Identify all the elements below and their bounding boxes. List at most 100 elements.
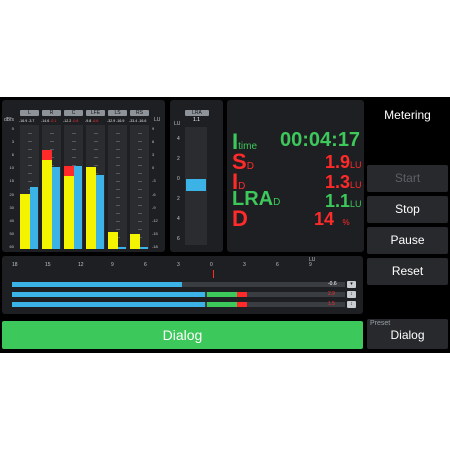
horizontal-tick-label: 9 <box>111 262 114 268</box>
track-tick <box>50 133 54 134</box>
lra-indicator <box>186 179 206 191</box>
lu-tick-label: -6 <box>152 191 156 197</box>
track-tick <box>138 213 142 214</box>
track-tick <box>116 133 120 134</box>
preset-value: Dialog <box>390 328 425 342</box>
track-tick <box>116 213 120 214</box>
horizontal-tick-label: 12 <box>78 262 84 268</box>
channel-header-c: C <box>64 110 83 116</box>
sd-value: 1.9 <box>325 152 351 172</box>
horizontal-tick-label: 9 <box>309 262 312 268</box>
channel-track-c <box>64 125 83 249</box>
horizontal-tick-label: 18 <box>12 262 18 268</box>
channel-value-primary: -12.2 <box>63 119 73 123</box>
dbfs-tick-label: 50 <box>9 230 14 236</box>
track-tick <box>28 157 32 158</box>
lrad-sub: D <box>273 197 281 208</box>
stop-button[interactable]: Stop <box>367 196 448 223</box>
track-tick <box>116 173 120 174</box>
dbfs-tick-label: 0 <box>11 126 14 131</box>
track-tick <box>28 165 32 166</box>
lra-tick-label: 0 <box>177 176 180 182</box>
track-tick <box>116 181 120 182</box>
channel-value-primary: -16.9 <box>19 119 29 123</box>
dbfs-tick-label: 10 <box>9 165 14 171</box>
track-tick <box>94 165 98 166</box>
track-tick <box>72 133 76 134</box>
channel-loudness-bar <box>74 166 82 249</box>
lra-tick-label: 4 <box>177 216 180 222</box>
track-tick <box>28 133 32 134</box>
lra-header: LRA <box>185 110 209 116</box>
d-value: 14 <box>314 209 335 229</box>
channel-values-l: -16.9 -3.7 <box>19 119 34 123</box>
channel-peak-indicator <box>64 166 74 176</box>
channel-header-l: L <box>20 110 39 116</box>
preset-label: Preset <box>370 320 391 327</box>
d-unit: % <box>342 218 350 227</box>
lra-header-value: 1.1 <box>193 117 200 123</box>
track-tick <box>116 157 120 158</box>
track-tick <box>94 133 98 134</box>
track-tick <box>138 229 142 230</box>
horizontal-bar-red-segment <box>237 302 247 307</box>
lu-tick-label: -12 <box>152 217 158 223</box>
lrad-value: 1.1 <box>325 191 351 211</box>
track-tick <box>50 141 54 142</box>
horizontal-bar-fill <box>12 282 182 287</box>
track-tick <box>116 189 120 190</box>
lra-panel: LRA 1.1 LU 4 2 0 2 4 6 <box>170 100 223 252</box>
track-tick <box>116 205 120 206</box>
horizontal-bar-red-segment <box>237 292 247 297</box>
dbfs-tick-label: 30 <box>9 204 14 210</box>
horizontal-tick-label: 6 <box>276 262 279 268</box>
horizontal-bar-toggle-button[interactable]: ▾ <box>347 281 356 288</box>
horizontal-bar-toggle-button[interactable]: ↕ <box>347 291 356 298</box>
zero-marker <box>213 270 214 278</box>
channel-level-bar <box>130 234 140 249</box>
channel-values-ls: -32.9 -16.9 <box>107 119 124 123</box>
dialog-button[interactable]: Dialog <box>2 321 363 349</box>
track-tick <box>116 221 120 222</box>
channel-loudness-bar <box>96 175 104 249</box>
channel-values-c: -12.2 -0.8 <box>63 119 78 123</box>
channel-value-secondary: -6.6 <box>92 119 99 123</box>
lrad-unit: LU <box>350 199 362 209</box>
channel-header-r: R <box>42 110 61 116</box>
track-tick <box>72 149 76 150</box>
track-tick <box>138 165 142 166</box>
channel-level-bar <box>108 232 118 249</box>
track-tick <box>138 133 142 134</box>
lu-tick-label: 6 <box>152 139 155 145</box>
horizontal-tick-label: 0 <box>210 262 213 268</box>
lra-tick-label: 6 <box>177 236 180 242</box>
track-tick <box>116 149 120 150</box>
track-tick <box>138 157 142 158</box>
track-tick <box>94 141 98 142</box>
horizontal-bar-fill <box>12 292 205 297</box>
horizontal-bar-value: 1.5 <box>328 301 335 307</box>
horizontal-meters-panel: 18 15 12 9 6 3 0 3 6 9 LU -0.6 ▾ 2.9 ↕ 1.5 ↕ <box>2 256 363 314</box>
pause-button[interactable]: Pause <box>367 227 448 254</box>
horizontal-bar-toggle-button[interactable]: ↕ <box>347 301 356 308</box>
channel-track-ls <box>108 125 127 249</box>
lu-tick-label: 0 <box>152 165 155 171</box>
id-unit: LU <box>350 180 362 190</box>
d-row: D <box>232 206 248 232</box>
track-tick <box>138 181 142 182</box>
channel-values-r: -14.6 -0.1 <box>41 119 56 123</box>
channel-values-lfe: -9.8 -6.6 <box>85 119 98 123</box>
track-tick <box>116 141 120 142</box>
horizontal-bar-fill <box>12 302 205 307</box>
preset-box[interactable]: Preset Dialog <box>367 319 448 349</box>
channel-level-bar <box>20 194 30 249</box>
start-button[interactable]: Start <box>367 165 448 192</box>
lra-unit-label: LU <box>174 121 181 127</box>
channel-value-primary: -32.9 <box>107 119 117 123</box>
sd-unit: LU <box>350 160 362 170</box>
reset-button[interactable]: Reset <box>367 258 448 285</box>
track-tick <box>138 189 142 190</box>
lu-tick-label: -15 <box>152 230 158 236</box>
channel-loudness-bar <box>118 247 126 249</box>
track-tick <box>138 197 142 198</box>
